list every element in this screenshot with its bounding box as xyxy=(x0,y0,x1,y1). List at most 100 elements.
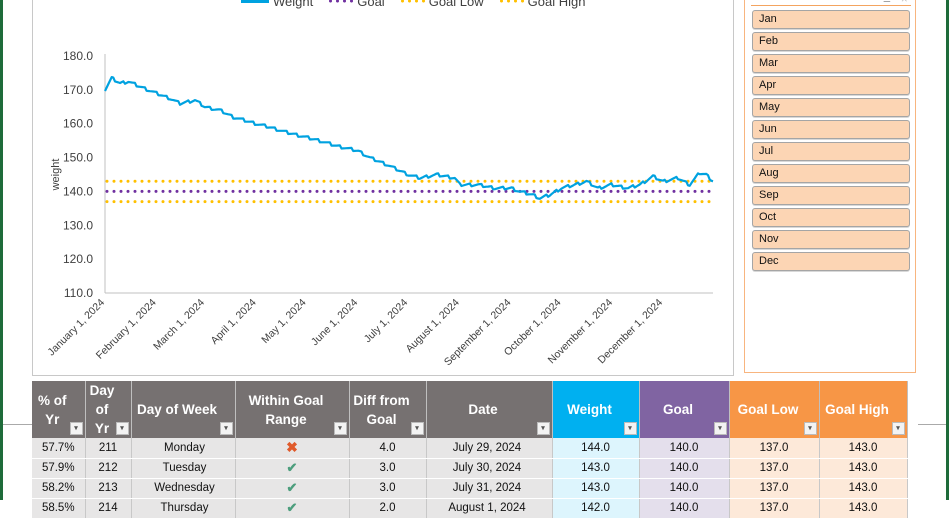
goal-cell[interactable]: 140.0 xyxy=(639,478,730,499)
goal-cell[interactable]: 140.0 xyxy=(639,438,730,459)
goal-high-cell[interactable]: 143.0 xyxy=(819,458,908,479)
column-header-day-of-yr: Day of Yr ▾ xyxy=(85,381,132,438)
slicer-header: ☰ ⨯ xyxy=(751,0,911,6)
slicer-item-dec[interactable]: Dec xyxy=(752,252,910,271)
column-header-goal-high: Goal High ▾ xyxy=(819,381,908,438)
within-goal-cell[interactable]: ✖ xyxy=(235,438,350,459)
filter-dropdown-icon[interactable]: ▾ xyxy=(219,422,233,435)
column-header-label: Day of Yr xyxy=(89,383,115,436)
day-of-year-cell[interactable]: 213 xyxy=(85,478,132,499)
goal-low-cell[interactable]: 137.0 xyxy=(729,458,820,479)
slicer-item-jun[interactable]: Jun xyxy=(752,120,910,139)
weight-cell[interactable]: 143.0 xyxy=(552,478,640,499)
filter-dropdown-icon[interactable]: ▾ xyxy=(333,422,347,435)
y-tick-label: 120.0 xyxy=(63,252,93,266)
y-tick-label: 140.0 xyxy=(63,184,93,198)
slicer-item-sep[interactable]: Sep xyxy=(752,186,910,205)
percent-of-year-cell[interactable]: 58.2% xyxy=(32,478,86,499)
goal-high-cell[interactable]: 143.0 xyxy=(819,478,908,499)
filter-dropdown-icon[interactable]: ▾ xyxy=(803,422,817,435)
day-of-week-cell[interactable]: Thursday xyxy=(131,498,236,519)
diff-from-goal-cell[interactable]: 3.0 xyxy=(349,478,427,499)
goal-cell[interactable]: 140.0 xyxy=(639,458,730,479)
filter-dropdown-icon[interactable]: ▾ xyxy=(623,422,637,435)
x-tick-label: July 1, 2024 xyxy=(362,297,411,346)
slicer-item-jul[interactable]: Jul xyxy=(752,142,910,161)
column-header-label: Goal High xyxy=(825,402,889,417)
slicer-item-apr[interactable]: Apr xyxy=(752,76,910,95)
date-cell[interactable]: July 30, 2024 xyxy=(426,458,553,479)
date-cell[interactable]: August 1, 2024 xyxy=(426,498,553,519)
window-border-right xyxy=(946,0,949,500)
day-of-year-cell[interactable]: 212 xyxy=(85,458,132,479)
within-goal-cell[interactable]: ✔ xyxy=(235,498,350,519)
date-cell[interactable]: July 29, 2024 xyxy=(426,438,553,459)
weight-cell[interactable]: 143.0 xyxy=(552,458,640,479)
day-of-week-cell[interactable]: Tuesday xyxy=(131,458,236,479)
slicer-item-aug[interactable]: Aug xyxy=(752,164,910,183)
goal-high-cell[interactable]: 143.0 xyxy=(819,498,908,519)
filter-dropdown-icon[interactable]: ▾ xyxy=(69,422,83,435)
goal-low-cell[interactable]: 137.0 xyxy=(729,478,820,499)
column-header-day-of-week: Day of Week ▾ xyxy=(131,381,236,438)
column-header-label: Within Goal Range xyxy=(248,392,324,427)
diff-from-goal-cell[interactable]: 3.0 xyxy=(349,458,427,479)
column-header-label: Goal Low xyxy=(737,402,799,417)
check-icon: ✔ xyxy=(286,480,298,495)
table-row: 58.5% 214 Thursday ✔ 2.0 August 1, 2024 142.0 1… xyxy=(32,498,908,519)
x-tick-label: March 1, 2024 xyxy=(151,297,207,353)
weight-log-table: % of Yr ▾ Day of Yr ▾ Day of Week ▾ Within Goa… xyxy=(32,381,908,519)
slicer-item-oct[interactable]: Oct xyxy=(752,208,910,227)
filter-dropdown-icon[interactable]: ▾ xyxy=(115,422,129,435)
month-slicer[interactable]: ☰ ⨯ Jan Feb Mar Apr May Jun Jul Aug Sep Oct Nov Dec xyxy=(744,0,916,373)
slicer-item-nov[interactable]: Nov xyxy=(752,230,910,249)
clear-filter-icon[interactable]: ⨯ xyxy=(900,0,908,5)
y-tick-label: 170.0 xyxy=(63,83,93,97)
y-tick-label: 160.0 xyxy=(63,117,93,131)
column-header-diff-from-goal: Diff from Goal ▾ xyxy=(349,381,427,438)
filter-dropdown-icon[interactable]: ▾ xyxy=(891,422,905,435)
filter-dropdown-icon[interactable]: ▾ xyxy=(536,422,550,435)
goal-cell[interactable]: 140.0 xyxy=(639,498,730,519)
weight-cell[interactable]: 144.0 xyxy=(552,438,640,459)
date-cell[interactable]: July 31, 2024 xyxy=(426,478,553,499)
slicer-item-jan[interactable]: Jan xyxy=(752,10,910,29)
filter-dropdown-icon[interactable]: ▾ xyxy=(713,422,727,435)
column-header-label: Day of Week xyxy=(136,402,218,417)
percent-of-year-cell[interactable]: 57.9% xyxy=(32,458,86,479)
check-icon: ✔ xyxy=(286,500,298,515)
x-tick-label: April 1, 2024 xyxy=(209,297,259,347)
x-tick-label: June 1, 2024 xyxy=(309,297,361,349)
column-header--of-yr: % of Yr ▾ xyxy=(32,381,86,438)
diff-from-goal-cell[interactable]: 2.0 xyxy=(349,498,427,519)
percent-of-year-cell[interactable]: 58.5% xyxy=(32,498,86,519)
column-header-label: Diff from Goal xyxy=(353,392,410,427)
day-of-week-cell[interactable]: Monday xyxy=(131,438,236,459)
weight-chart[interactable]: Weight Goal Goal Low Goal High 110.0 120.… xyxy=(32,0,734,376)
within-goal-cell[interactable]: ✔ xyxy=(235,478,350,499)
y-axis-title: weight xyxy=(50,159,62,192)
diff-from-goal-cell[interactable]: 4.0 xyxy=(349,438,427,459)
percent-of-year-cell[interactable]: 57.7% xyxy=(32,438,86,459)
column-header-label: Weight xyxy=(567,402,612,417)
column-header-within-goal-range: Within Goal Range ▾ xyxy=(235,381,350,438)
slicer-item-mar[interactable]: Mar xyxy=(752,54,910,73)
day-of-week-cell[interactable]: Wednesday xyxy=(131,478,236,499)
y-tick-label: 130.0 xyxy=(63,218,93,232)
filter-dropdown-icon[interactable]: ▾ xyxy=(410,422,424,435)
gridline xyxy=(918,424,946,425)
multi-select-icon[interactable]: ☰ xyxy=(883,0,891,5)
column-header-goal: Goal ▾ xyxy=(639,381,730,438)
x-tick-label: May 1, 2024 xyxy=(259,297,308,346)
column-header-goal-low: Goal Low ▾ xyxy=(729,381,820,438)
within-goal-cell[interactable]: ✔ xyxy=(235,458,350,479)
table-row: 58.2% 213 Wednesday ✔ 3.0 July 31, 2024 143.0 1… xyxy=(32,478,908,499)
weight-cell[interactable]: 142.0 xyxy=(552,498,640,519)
slicer-item-may[interactable]: May xyxy=(752,98,910,117)
goal-low-cell[interactable]: 137.0 xyxy=(729,438,820,459)
slicer-item-feb[interactable]: Feb xyxy=(752,32,910,51)
goal-low-cell[interactable]: 137.0 xyxy=(729,498,820,519)
day-of-year-cell[interactable]: 211 xyxy=(85,438,132,459)
day-of-year-cell[interactable]: 214 xyxy=(85,498,132,519)
goal-high-cell[interactable]: 143.0 xyxy=(819,438,908,459)
